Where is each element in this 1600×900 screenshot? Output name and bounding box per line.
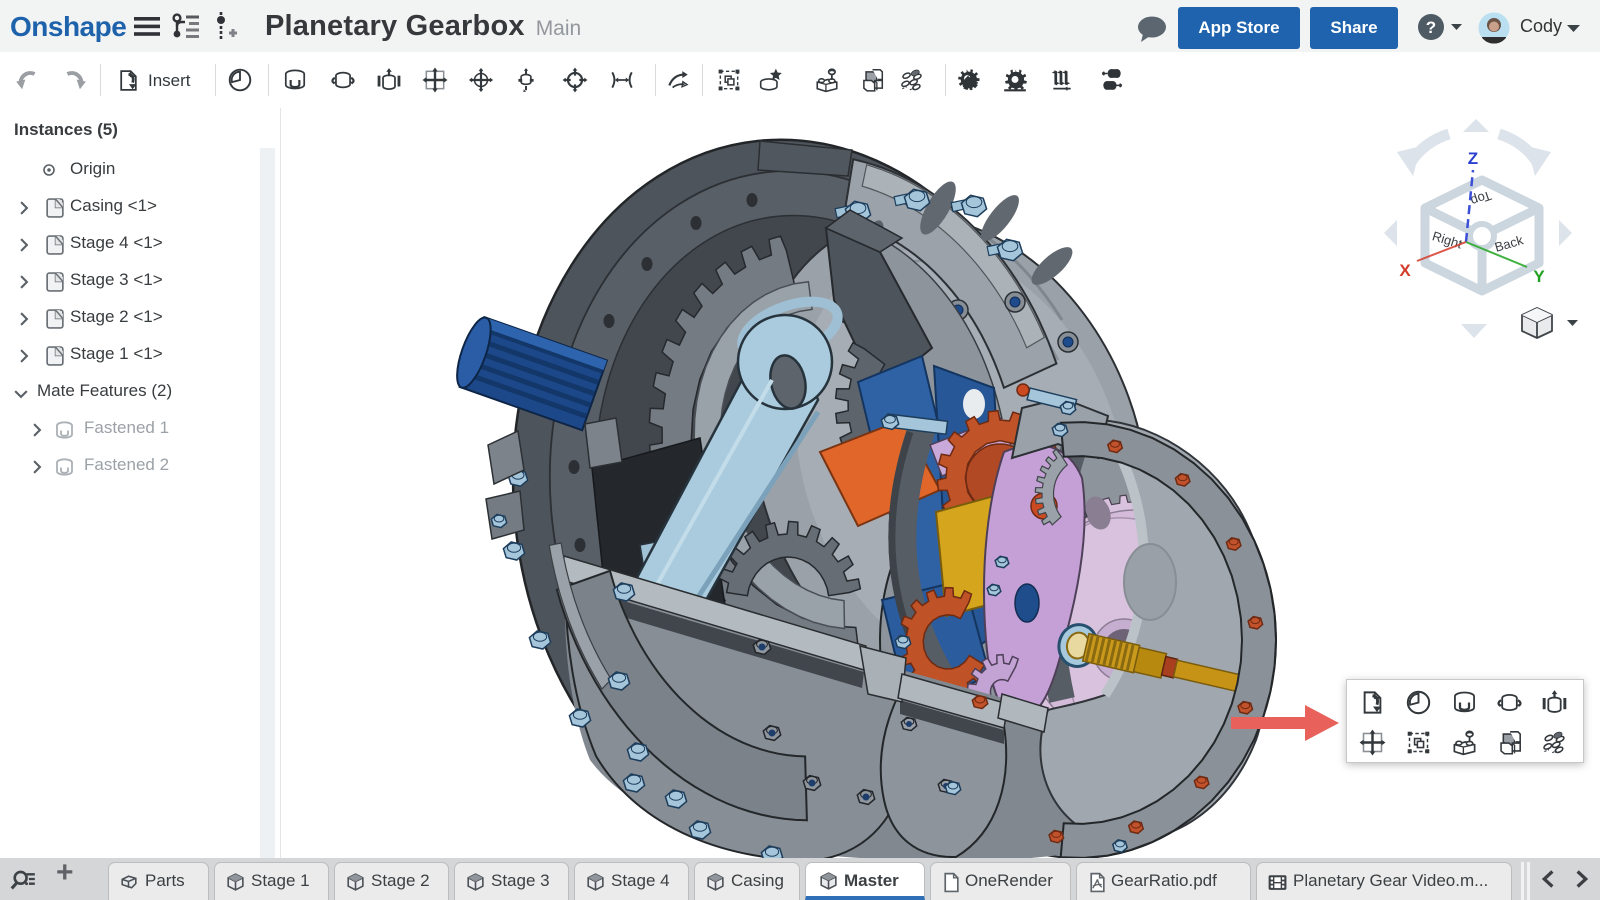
svg-text:X: X [1399,261,1411,280]
svg-text:Z: Z [1468,149,1478,168]
svg-text:?: ? [1426,18,1436,37]
svg-text:Y: Y [1533,267,1545,286]
